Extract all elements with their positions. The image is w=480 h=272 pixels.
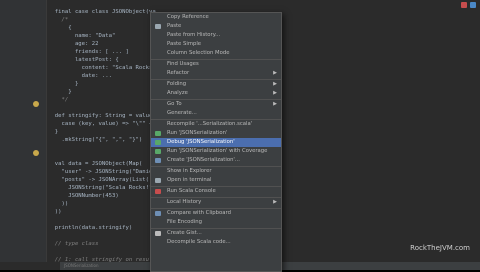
menu-item[interactable]: Run Scala Console [151, 187, 281, 196]
editor-toolbar [461, 2, 476, 8]
watermark: RockTheJVM.com [410, 244, 470, 252]
menu-item-label: Find Usages [167, 61, 199, 67]
code-line[interactable]: val data = JSONObject(Map( [48, 160, 143, 168]
menu-item[interactable]: Paste from History... [151, 31, 281, 40]
menu-item-label: Generate... [167, 110, 197, 116]
code-line[interactable]: name: "Data" [48, 32, 115, 40]
code-line[interactable]: { [48, 24, 71, 32]
menu-item-label: Paste from History... [167, 32, 221, 38]
menu-item[interactable]: Decompile Scala code... [151, 238, 281, 247]
code-line[interactable]: )) [48, 208, 62, 216]
line-gutter[interactable] [0, 0, 47, 262]
code-line[interactable]: } [48, 88, 71, 96]
menu-item[interactable]: Open in terminal [151, 176, 281, 185]
code-line[interactable]: .mkString("{", ",", "}") [48, 136, 142, 144]
menu-item-label: Create 'JSONSerialization'... [167, 157, 240, 163]
terminal-icon [155, 178, 161, 183]
menu-item-label: Run 'JSONSerialization' [167, 130, 228, 136]
scala-file-icon[interactable] [470, 2, 476, 8]
menu-item[interactable]: Local History ▶ [151, 198, 281, 207]
code-line[interactable]: "posts" -> JSONArray(List( [48, 176, 149, 184]
compare-icon [155, 211, 161, 216]
menu-item-label: File Encoding [167, 219, 202, 225]
menu-item-label: Column Selection Mode [167, 50, 230, 56]
menu-item[interactable]: Paste [151, 22, 281, 31]
menu-item[interactable]: Column Selection Mode [151, 49, 281, 58]
code-line[interactable]: def stringify: String = value [48, 112, 153, 120]
menu-item-label: Create Gist... [167, 230, 202, 236]
chevron-right-icon: ▶ [273, 81, 277, 87]
menu-item-label: Decompile Scala code... [167, 239, 231, 245]
menu-item-label: Local History [167, 199, 202, 205]
menu-item-label: Debug 'JSONSerialization' [167, 139, 235, 145]
menu-item-label: Go To [167, 101, 182, 107]
menu-item-label: Refactor [167, 70, 190, 76]
scala-console-icon [155, 189, 161, 194]
menu-item[interactable]: Debug 'JSONSerialization' [151, 138, 281, 147]
code-line[interactable]: /* [48, 16, 68, 24]
menu-item-label: Paste [167, 23, 182, 29]
menu-item[interactable]: Create 'JSONSerialization'... [151, 156, 281, 165]
create-config-icon [155, 158, 161, 163]
menu-item[interactable]: Create Gist... [151, 229, 281, 238]
implicit-icon[interactable] [33, 150, 39, 156]
menu-item[interactable]: Refactor ▶ [151, 69, 281, 78]
chevron-right-icon: ▶ [273, 199, 277, 205]
code-line[interactable]: )) [48, 200, 68, 208]
code-line[interactable]: age: 22 [48, 40, 99, 48]
chevron-right-icon: ▶ [273, 101, 277, 107]
code-line[interactable]: */ [48, 96, 68, 104]
menu-item-label: Open in terminal [167, 177, 212, 183]
code-line[interactable]: latestPost: { [48, 56, 119, 64]
menu-item[interactable]: Folding ▶ [151, 80, 281, 89]
code-line[interactable]: } [48, 128, 58, 136]
menu-item-label: Show in Explorer [167, 168, 212, 174]
menu-item-label: Compare with Clipboard [167, 210, 231, 216]
menu-item[interactable]: Analyze ▶ [151, 89, 281, 98]
menu-item-label: Folding [167, 81, 187, 87]
menu-item[interactable]: File Encoding [151, 218, 281, 227]
menu-item-label: Recompile '...Serialization.scala' [167, 121, 253, 127]
code-line[interactable]: final case class JSONObject(va [48, 8, 156, 16]
menu-item[interactable]: Go To ▶ [151, 100, 281, 109]
menu-item[interactable]: Paste Simple [151, 40, 281, 49]
menu-item-label: Analyze [167, 90, 188, 96]
code-line[interactable]: JSONString("Scala Rocks!"), [48, 184, 159, 192]
code-line[interactable]: // type class [48, 240, 99, 248]
menu-item[interactable]: Recompile '...Serialization.scala' [151, 120, 281, 129]
code-line[interactable]: } [48, 80, 78, 88]
code-line[interactable]: JSONNumber(453) [48, 192, 119, 200]
menu-item-label: Paste Simple [167, 41, 202, 47]
menu-item-label: Run 'JSONSerialization' with Coverage [167, 148, 268, 154]
menu-item[interactable]: Find Usages [151, 60, 281, 69]
menu-item[interactable]: Run 'JSONSerialization' [151, 129, 281, 138]
context-menu: Copy Reference Paste Paste from History...… [150, 12, 282, 272]
override-icon[interactable] [33, 101, 39, 107]
menu-item[interactable]: Run 'JSONSerialization' with Coverage [151, 147, 281, 156]
menu-item-label: Run Scala Console [167, 188, 216, 194]
menu-item-label: Copy Reference [167, 14, 209, 20]
menu-item[interactable]: Show in Explorer [151, 167, 281, 176]
run-icon [155, 131, 161, 136]
code-line[interactable]: println(data.stringify) [48, 224, 132, 232]
code-line[interactable]: content: "Scala Rocks" [48, 64, 156, 72]
menu-item[interactable]: Copy Reference [151, 13, 281, 22]
gist-icon [155, 231, 161, 236]
code-line[interactable]: "user" -> JSONString("Daniel [48, 168, 155, 176]
code-line[interactable]: friends: [ ... ] [48, 48, 129, 56]
coverage-icon [155, 149, 161, 154]
menu-item[interactable]: Generate... [151, 109, 281, 118]
code-line[interactable]: case (key, value) => "\"" + [48, 120, 152, 128]
debug-icon [155, 140, 161, 145]
paste-icon [155, 24, 161, 29]
chevron-right-icon: ▶ [273, 90, 277, 96]
menu-item[interactable]: Compare with Clipboard [151, 209, 281, 218]
code-line[interactable]: date: ... [48, 72, 112, 80]
close-icon[interactable] [461, 2, 467, 8]
chevron-right-icon: ▶ [273, 70, 277, 76]
